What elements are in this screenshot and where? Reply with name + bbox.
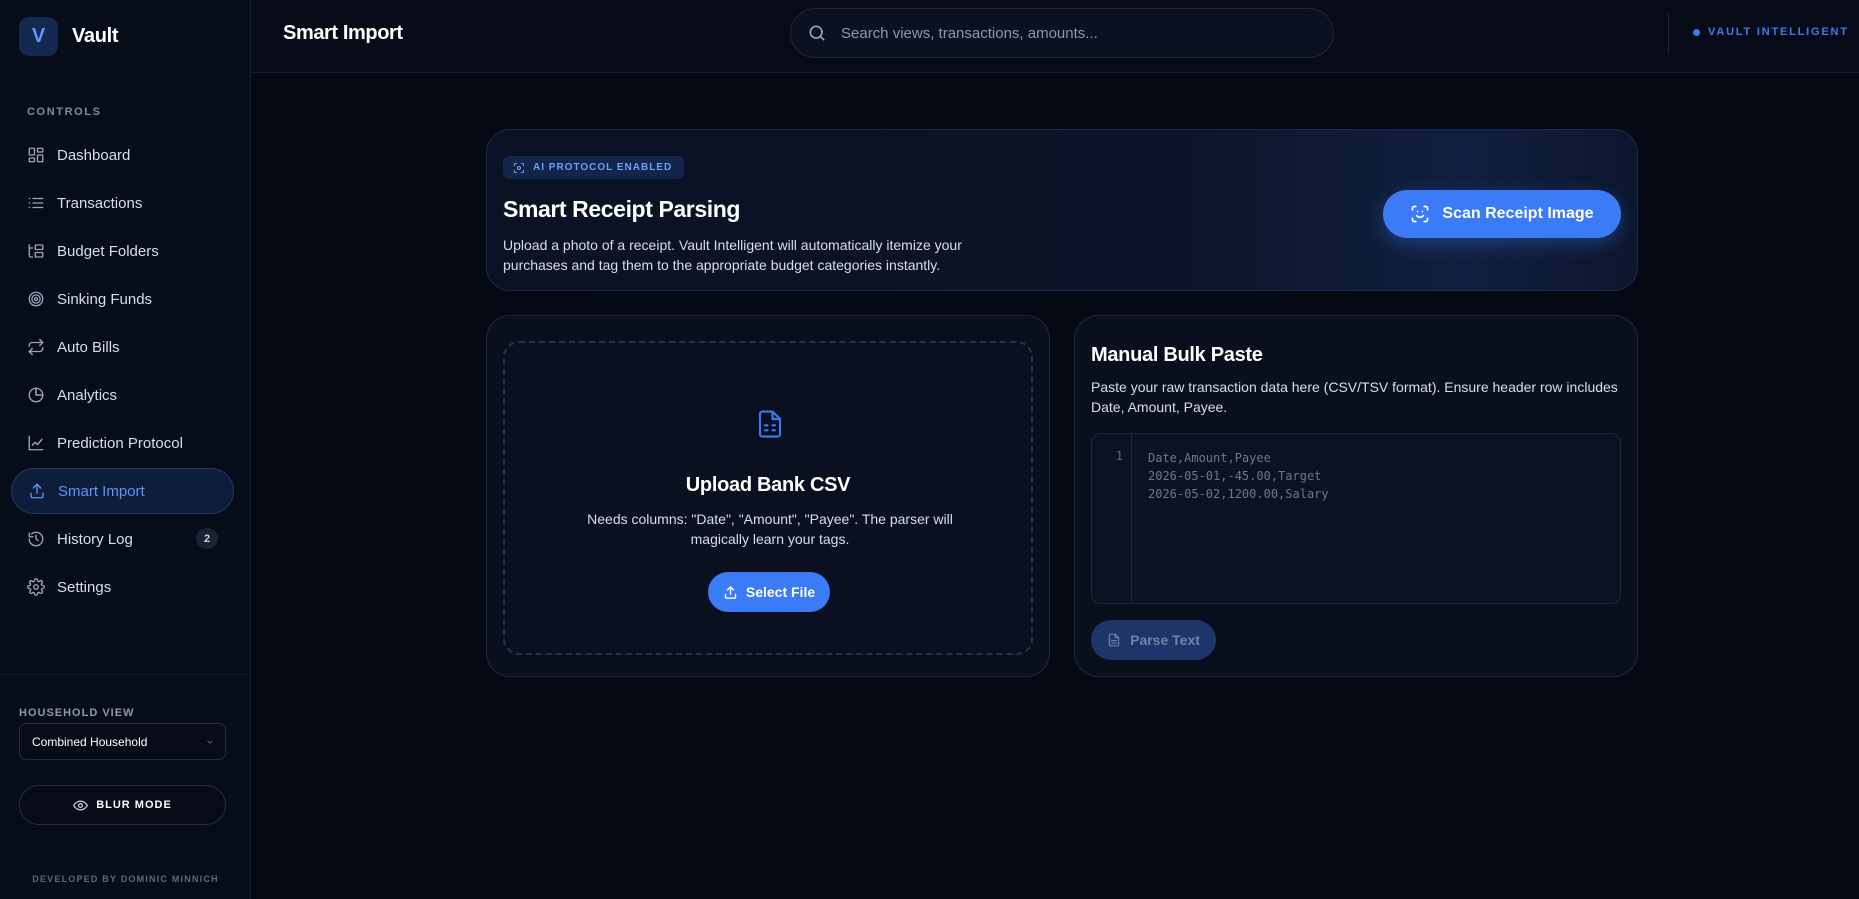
- eye-icon: [73, 798, 89, 813]
- sidebar-item-history-log[interactable]: History Log 2: [11, 516, 234, 562]
- smart-receipt-description: Upload a photo of a receipt. Vault Intel…: [503, 237, 962, 273]
- manual-paste-card: Manual Bulk Paste Paste your raw transac…: [1074, 315, 1638, 677]
- line-number: 1: [1115, 449, 1123, 463]
- sidebar-item-label: Budget Folders: [57, 242, 159, 260]
- sidebar-item-label: Transactions: [57, 194, 143, 212]
- smart-receipt-title: Smart Receipt Parsing: [503, 196, 741, 222]
- sidebar-item-dashboard[interactable]: Dashboard: [11, 132, 234, 178]
- brand-name: Vault: [72, 25, 119, 47]
- search-input[interactable]: [841, 24, 1321, 42]
- ai-protocol-badge: AI PROTOCOL ENABLED: [503, 156, 685, 179]
- select-file-button[interactable]: Select File: [708, 572, 830, 612]
- sidebar-item-label: Smart Import: [58, 482, 145, 500]
- controls-section-label: CONTROLS: [27, 106, 102, 118]
- household-view-select[interactable]: Combined Household: [19, 723, 226, 760]
- household-view-value: Combined Household: [32, 734, 148, 749]
- sidebar-item-label: Sinking Funds: [57, 290, 153, 308]
- blur-mode-label: BLUR MODE: [96, 799, 172, 811]
- sidebar-item-label: Dashboard: [57, 146, 131, 164]
- sidebar-item-prediction-protocol[interactable]: Prediction Protocol: [11, 420, 234, 466]
- sidebar-item-auto-bills[interactable]: Auto Bills: [11, 324, 234, 370]
- history-count-badge: 2: [196, 528, 218, 549]
- parse-text-label: Parse Text: [1130, 632, 1200, 648]
- scan-face-icon: [1410, 204, 1430, 224]
- placeholder-line: Date,Amount,Payee: [1148, 451, 1271, 465]
- file-text-icon: [1107, 632, 1121, 648]
- line-number-gutter: 1: [1092, 434, 1132, 603]
- chevron-down-icon: [205, 737, 215, 747]
- target-icon: [27, 290, 45, 308]
- sidebar-item-label: Prediction Protocol: [57, 434, 183, 452]
- sidebar-item-transactions[interactable]: Transactions: [11, 180, 234, 226]
- parse-text-button[interactable]: Parse Text: [1091, 620, 1216, 660]
- placeholder-line: 2026-05-02,1200.00,Salary: [1148, 487, 1329, 501]
- csv-dropzone[interactable]: Upload Bank CSV Needs columns: "Date", "…: [503, 341, 1033, 655]
- header-divider: [1668, 13, 1669, 53]
- household-view-label: HOUSEHOLD VIEW: [19, 707, 135, 719]
- sidebar-item-label: Auto Bills: [57, 338, 120, 356]
- ai-badge-label: AI PROTOCOL ENABLED: [533, 162, 673, 173]
- sidebar-item-sinking-funds[interactable]: Sinking Funds: [11, 276, 234, 322]
- sidebar-item-smart-import[interactable]: Smart Import: [11, 468, 234, 514]
- search-bar[interactable]: [790, 8, 1334, 58]
- upload-csv-description: Needs columns: "Date", "Amount", "Payee"…: [587, 511, 953, 547]
- select-file-label: Select File: [745, 584, 816, 600]
- scan-receipt-button[interactable]: Scan Receipt Image: [1383, 190, 1621, 238]
- upload-csv-card: Upload Bank CSV Needs columns: "Date", "…: [486, 315, 1050, 677]
- sidebar-item-budget-folders[interactable]: Budget Folders: [11, 228, 234, 274]
- sidebar-item-analytics[interactable]: Analytics: [11, 372, 234, 418]
- blur-mode-button[interactable]: BLUR MODE: [19, 785, 226, 825]
- developer-credit: DEVELOPED BY DOMINIC MINNICH: [32, 874, 219, 884]
- dashboard-grid-icon: [27, 146, 45, 164]
- scan-receipt-label: Scan Receipt Image: [1442, 205, 1594, 222]
- upload-csv-title: Upload Bank CSV: [685, 474, 851, 496]
- scan-icon: [513, 162, 525, 174]
- sidebar: V Vault CONTROLS Dashboard Transactions …: [0, 0, 251, 899]
- gear-icon: [27, 578, 45, 596]
- sidebar-item-label: Settings: [57, 578, 112, 596]
- list-icon: [27, 194, 45, 212]
- brand-logo: V: [19, 17, 58, 56]
- line-chart-icon: [27, 434, 45, 452]
- upload-icon: [28, 482, 46, 500]
- vault-status-indicator: VAULT INTELLIGENT: [1693, 26, 1849, 38]
- sidebar-nav: Dashboard Transactions Budget Folders Si…: [11, 132, 234, 612]
- vault-status-label: VAULT INTELLIGENT: [1708, 26, 1849, 38]
- repeat-icon: [27, 338, 45, 356]
- search-icon: [807, 23, 827, 43]
- folder-tree-icon: [27, 242, 45, 260]
- manual-paste-description: Paste your raw transaction data here (CS…: [1091, 379, 1618, 415]
- placeholder-line: 2026-05-01,-45.00,Target: [1148, 469, 1322, 483]
- upload-icon: [723, 585, 738, 600]
- pie-chart-icon: [27, 386, 45, 404]
- status-dot: [1693, 28, 1700, 36]
- editor-placeholder: Date,Amount,Payee 2026-05-01,-45.00,Targ…: [1148, 449, 1329, 503]
- page-title: Smart Import: [283, 22, 403, 44]
- sidebar-item-settings[interactable]: Settings: [11, 564, 234, 610]
- spreadsheet-file-icon: [755, 407, 785, 441]
- paste-text-editor[interactable]: 1 Date,Amount,Payee 2026-05-01,-45.00,Ta…: [1091, 433, 1621, 604]
- sidebar-item-label: History Log: [57, 530, 133, 548]
- manual-paste-title: Manual Bulk Paste: [1091, 344, 1263, 366]
- smart-receipt-card: AI PROTOCOL ENABLED Smart Receipt Parsin…: [486, 129, 1638, 291]
- brand[interactable]: V Vault: [19, 17, 119, 56]
- history-icon: [27, 530, 45, 548]
- top-header: Smart Import VAULT INTELLIGENT: [251, 0, 1859, 73]
- sidebar-item-label: Analytics: [57, 386, 118, 404]
- sidebar-divider: [0, 674, 251, 675]
